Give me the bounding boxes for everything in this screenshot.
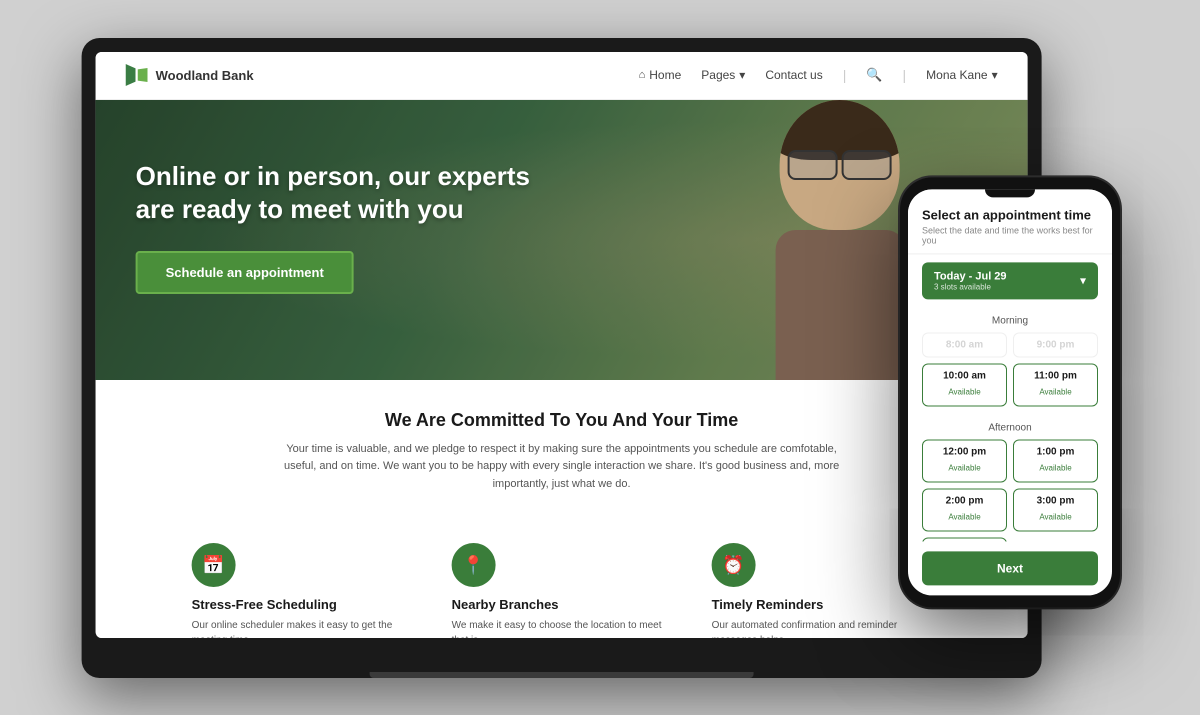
feature-branches: 📍 Nearby Branches We make it easy to cho…: [452, 543, 672, 637]
website: Woodland Bank ⌂ Home Pages ▾: [96, 52, 1028, 638]
time-slot-time: 10:00 am: [931, 370, 998, 381]
glasses-lens-left: [788, 150, 838, 180]
search-icon[interactable]: 🔍: [866, 67, 882, 83]
logo: Woodland Bank: [126, 64, 254, 86]
nav-contact[interactable]: Contact us: [765, 68, 822, 82]
time-slot-status: Available: [948, 387, 980, 396]
time-section: Morning 8:00 am 9:00 pm 10:00 am Ava: [908, 307, 1112, 541]
logo-left: [126, 64, 136, 86]
time-slot-time: 3:00 pm: [1022, 495, 1089, 506]
laptop: Woodland Bank ⌂ Home Pages ▾: [82, 38, 1042, 678]
hero-title: Online or in person, our experts are rea…: [136, 160, 556, 228]
feature-scheduling-title: Stress-Free Scheduling: [192, 597, 337, 612]
time-slot-2pm[interactable]: 2:00 pm Available: [922, 488, 1007, 531]
time-slot-status: Available: [948, 463, 980, 472]
branches-icon: 📍: [452, 543, 496, 587]
time-slot-3pm[interactable]: 3:00 pm Available: [1013, 488, 1098, 531]
app-title: Select an appointment time: [922, 207, 1098, 222]
reminders-icon: ⏰: [712, 543, 756, 587]
morning-grid: 8:00 am 9:00 pm 10:00 am Available: [922, 332, 1098, 406]
date-sub: 3 slots available: [934, 282, 1007, 291]
laptop-base: [370, 672, 754, 678]
feature-reminders: ⏰ Timely Reminders Our automated confirm…: [712, 543, 932, 637]
time-slot-time: 8:00 am: [931, 339, 998, 350]
time-slot-time: 11:00 pm: [1022, 370, 1089, 381]
logo-right: [138, 68, 148, 82]
afternoon-label: Afternoon: [922, 414, 1098, 439]
home-icon: ⌂: [639, 69, 646, 81]
nav-pages[interactable]: Pages ▾: [701, 68, 745, 82]
commitment-title: We Are Committed To You And Your Time: [136, 410, 988, 431]
app-footer: Next: [908, 541, 1112, 595]
user-menu[interactable]: Mona Kane ▾: [926, 68, 997, 82]
chevron-down-icon: ▾: [739, 68, 745, 82]
time-slot-time: 12:00 pm: [931, 446, 998, 457]
app-subtitle: Select the date and time the works best …: [922, 225, 1098, 245]
feature-scheduling-text: Our online scheduler makes it easy to ge…: [192, 618, 412, 637]
time-slot-status: Available: [1039, 387, 1071, 396]
user-chevron-icon: ▾: [992, 68, 998, 82]
schedule-appointment-button[interactable]: Schedule an appointment: [136, 251, 354, 294]
scene: Woodland Bank ⌂ Home Pages ▾: [0, 0, 1200, 715]
laptop-frame: Woodland Bank ⌂ Home Pages ▾: [82, 38, 1042, 678]
phone-screen: Select an appointment time Select the da…: [908, 189, 1112, 595]
phone-frame: Select an appointment time Select the da…: [900, 177, 1120, 607]
date-info: Today - Jul 29 3 slots available: [934, 270, 1007, 291]
time-slot-11pm[interactable]: 11:00 pm Available: [1013, 363, 1098, 406]
feature-reminders-text: Our automated confirmation and reminder …: [712, 618, 932, 637]
time-slot-9pm[interactable]: 9:00 pm: [1013, 332, 1098, 357]
nav-links: ⌂ Home Pages ▾ Contact us | 🔍: [639, 67, 998, 83]
scheduling-icon: 📅: [192, 543, 236, 587]
glasses-lens-right: [842, 150, 892, 180]
next-button[interactable]: Next: [922, 551, 1098, 585]
date-selector[interactable]: Today - Jul 29 3 slots available ▾: [922, 262, 1098, 299]
app-header: Select an appointment time Select the da…: [908, 189, 1112, 254]
afternoon-grid: 12:00 pm Available 1:00 pm Available 2:0…: [922, 439, 1098, 541]
time-slot-time: 9:00 pm: [1022, 339, 1089, 350]
woman-body: [776, 230, 906, 380]
time-slot-status: Available: [948, 512, 980, 521]
morning-label: Morning: [922, 307, 1098, 332]
nav-divider: |: [843, 67, 847, 83]
phone: Select an appointment time Select the da…: [900, 177, 1120, 607]
laptop-screen: Woodland Bank ⌂ Home Pages ▾: [96, 52, 1028, 638]
hero-content: Online or in person, our experts are rea…: [96, 100, 596, 335]
navbar: Woodland Bank ⌂ Home Pages ▾: [96, 52, 1028, 100]
feature-branches-text: We make it easy to choose the location t…: [452, 618, 672, 637]
date-chevron-icon: ▾: [1080, 273, 1086, 287]
features-section: 📅 Stress-Free Scheduling Our online sche…: [96, 533, 1028, 637]
time-slot-status: Available: [1039, 512, 1071, 521]
time-slot-10am[interactable]: 10:00 am Available: [922, 363, 1007, 406]
commitment-section: We Are Committed To You And Your Time Yo…: [96, 380, 1028, 534]
time-slot-status: Available: [1039, 463, 1071, 472]
feature-branches-title: Nearby Branches: [452, 597, 559, 612]
logo-icon: [126, 64, 148, 86]
woman-head: [780, 100, 900, 230]
nav-divider2: |: [903, 67, 907, 83]
date-text: Today - Jul 29: [934, 270, 1007, 282]
commitment-text: Your time is valuable, and we pledge to …: [272, 441, 852, 494]
woman-glasses: [788, 150, 892, 180]
time-slot-1pm[interactable]: 1:00 pm Available: [1013, 439, 1098, 482]
logo-text: Woodland Bank: [156, 68, 254, 83]
phone-notch: [985, 189, 1035, 197]
hero-section: Online or in person, our experts are rea…: [96, 100, 1028, 380]
nav-home[interactable]: ⌂ Home: [639, 68, 682, 82]
time-slot-12pm[interactable]: 12:00 pm Available: [922, 439, 1007, 482]
time-slot-8am[interactable]: 8:00 am: [922, 332, 1007, 357]
feature-scheduling: 📅 Stress-Free Scheduling Our online sche…: [192, 543, 412, 637]
time-slot-time: 1:00 pm: [1022, 446, 1089, 457]
time-slot-time: 2:00 pm: [931, 495, 998, 506]
feature-reminders-title: Timely Reminders: [712, 597, 824, 612]
